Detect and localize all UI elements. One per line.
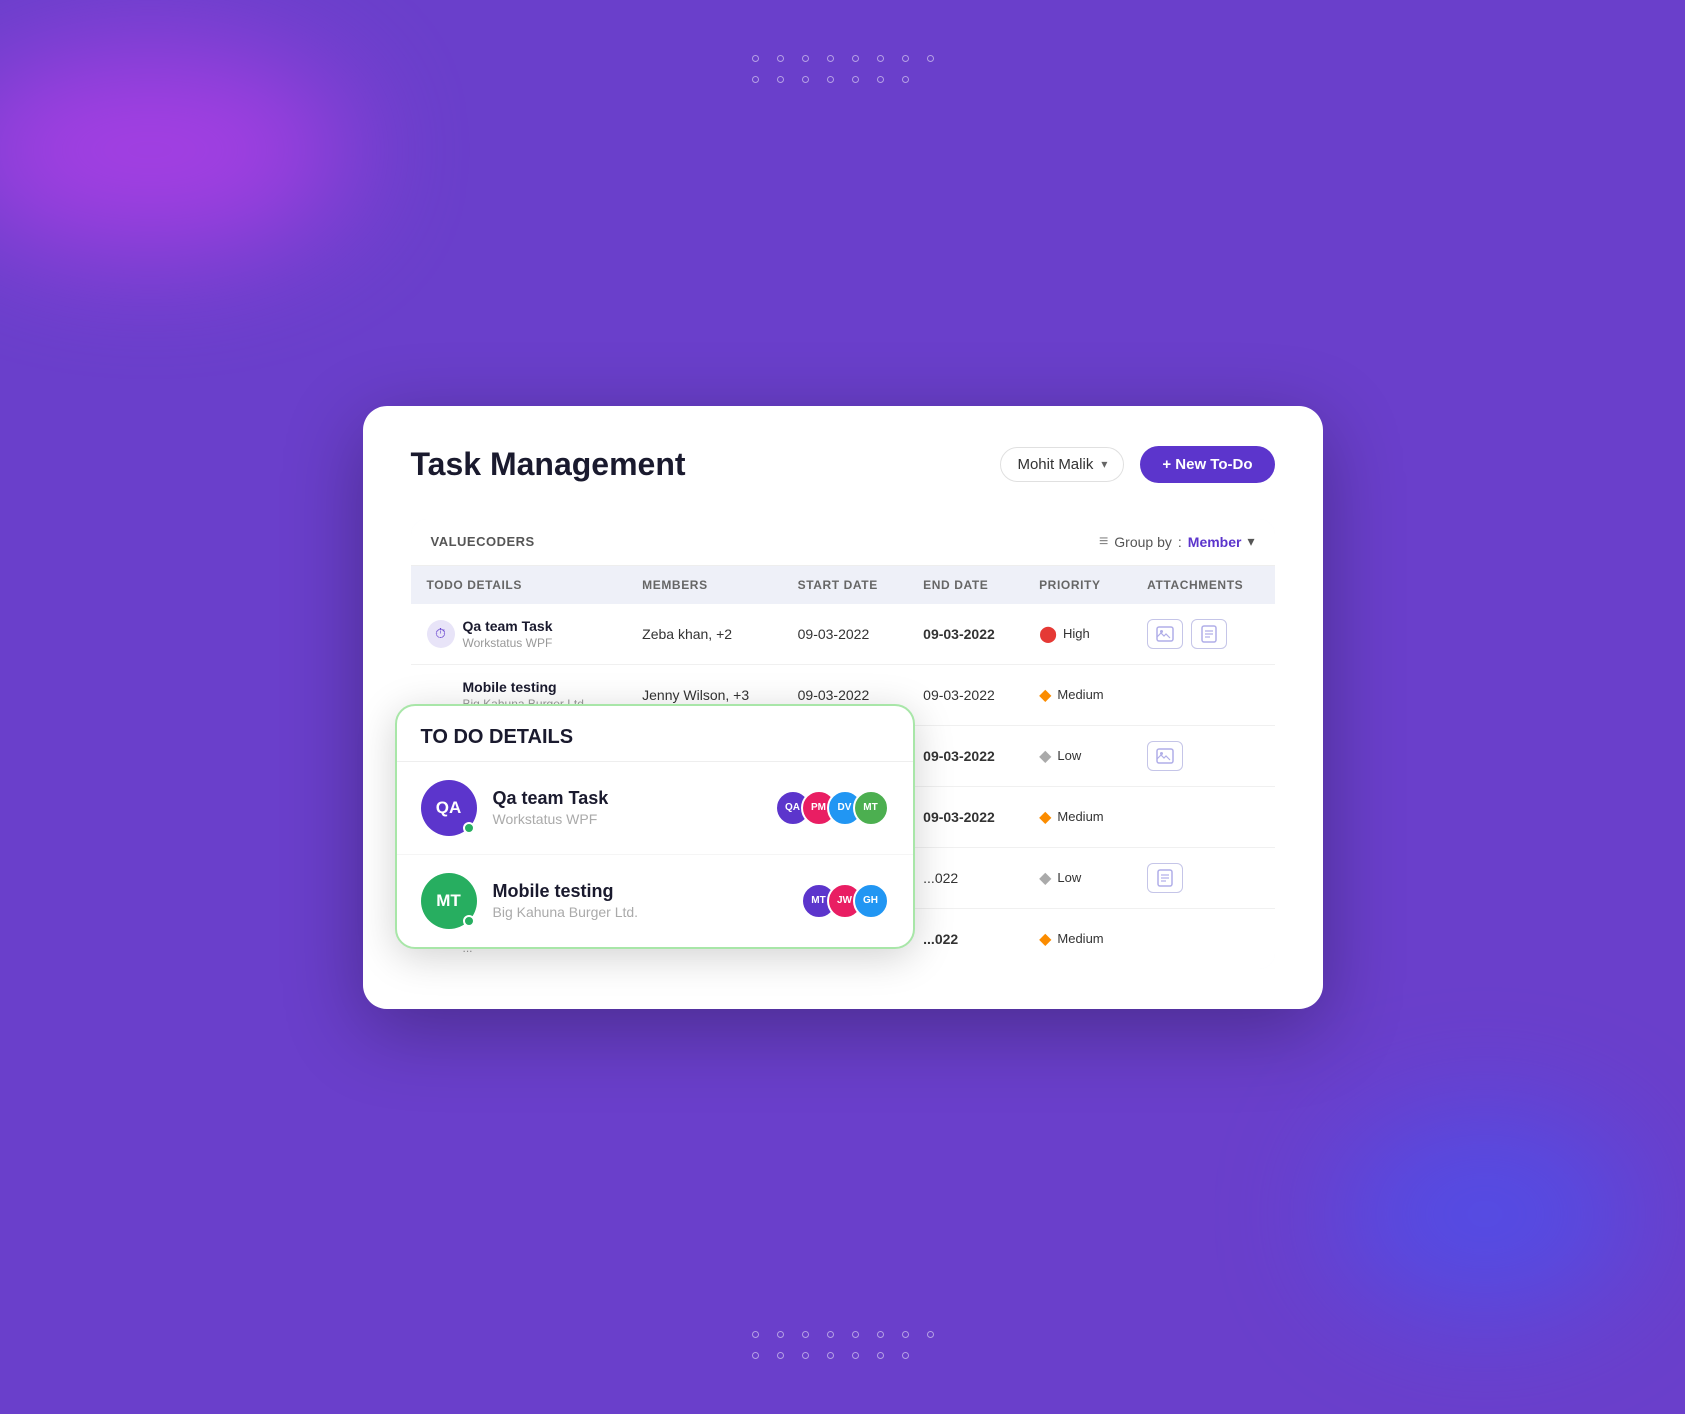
- doc-attachment-icon[interactable]: [1191, 619, 1227, 649]
- todo-details-popup: TO DO DETAILS QA Qa team Task Workstatus W…: [395, 704, 915, 949]
- col-todo-details: TODO DETAILS: [411, 566, 627, 604]
- popup-members-list: MTJWGH: [801, 883, 889, 919]
- popup-task-subtitle: Workstatus WPF: [493, 811, 759, 827]
- header-actions: Mohit Malik ▾ + New To-Do: [1000, 446, 1274, 483]
- task-name: Qa team Task: [463, 618, 553, 634]
- popup-title: TO DO DETAILS: [397, 706, 913, 762]
- table-toolbar: VALUECODERS ≡ Group by : Member ▾: [411, 519, 1275, 566]
- cell-attachments: [1131, 664, 1274, 725]
- user-selector[interactable]: Mohit Malik ▾: [1000, 447, 1124, 482]
- popup-avatar: MT: [421, 873, 477, 929]
- cell-attachments: [1131, 725, 1274, 786]
- popup-item[interactable]: QA Qa team Task Workstatus WPF QAPMDVMT: [397, 762, 913, 855]
- online-status-indicator: [463, 915, 475, 927]
- priority-high-icon: ⬤: [1039, 624, 1057, 644]
- priority-medium-icon: ◆: [1039, 807, 1051, 827]
- cell-attachments: [1131, 908, 1274, 969]
- page-header: Task Management Mohit Malik ▾ + New To-D…: [411, 446, 1275, 483]
- popup-task-subtitle: Big Kahuna Burger Ltd.: [493, 904, 785, 920]
- cell-priority: ◆ Medium: [1023, 664, 1131, 725]
- popup-item[interactable]: MT Mobile testing Big Kahuna Burger Ltd. MT…: [397, 855, 913, 947]
- main-card: Task Management Mohit Malik ▾ + New To-D…: [363, 406, 1323, 1009]
- cell-end-date: 09-03-2022: [907, 725, 1023, 786]
- cell-priority: ◆ Low: [1023, 725, 1131, 786]
- col-start-date: START DATE: [782, 566, 908, 604]
- cell-end-date: ...022: [907, 847, 1023, 908]
- col-priority: PRIORITY: [1023, 566, 1131, 604]
- popup-task-name: Qa team Task: [493, 788, 759, 809]
- image-attachment-icon[interactable]: [1147, 741, 1183, 771]
- priority-low-icon: ◆: [1039, 746, 1051, 766]
- popup-avatar: QA: [421, 780, 477, 836]
- cell-priority: ⬤ High: [1023, 604, 1131, 665]
- col-end-date: END DATE: [907, 566, 1023, 604]
- popup-members-list: QAPMDVMT: [775, 790, 889, 826]
- group-by-value: Member: [1188, 534, 1242, 550]
- group-by-colon: :: [1178, 534, 1182, 550]
- col-attachments: ATTACHMENTS: [1131, 566, 1274, 604]
- cell-priority: ◆ Low: [1023, 847, 1131, 908]
- chevron-down-icon: ▾: [1101, 457, 1107, 471]
- priority-label: Medium: [1057, 931, 1103, 946]
- cell-attachments: [1131, 786, 1274, 847]
- online-status-indicator: [463, 822, 475, 834]
- table-header-row: TODO DETAILS MEMBERS START DATE END DATE…: [411, 566, 1275, 604]
- task-status-icon: ⏱: [427, 620, 455, 648]
- cell-members: Zeba khan, +2: [626, 604, 781, 665]
- task-name: Mobile testing: [463, 679, 588, 695]
- chevron-down-icon: ▾: [1247, 533, 1254, 550]
- priority-label: Low: [1057, 870, 1081, 885]
- cell-priority: ◆ Medium: [1023, 908, 1131, 969]
- col-members: MEMBERS: [626, 566, 781, 604]
- priority-label: Low: [1057, 748, 1081, 763]
- group-by-control[interactable]: ≡ Group by : Member ▾: [1099, 533, 1255, 551]
- page-title: Task Management: [411, 446, 686, 483]
- member-avatar: GH: [853, 883, 889, 919]
- popup-task-name: Mobile testing: [493, 881, 785, 902]
- filter-icon: ≡: [1099, 533, 1108, 551]
- cell-start-date: 09-03-2022: [782, 604, 908, 665]
- task-subtitle: Workstatus WPF: [463, 636, 553, 650]
- priority-medium-icon: ◆: [1039, 929, 1051, 949]
- cell-todo-details: ⏱ Qa team Task Workstatus WPF: [411, 604, 627, 665]
- group-by-text: Group by: [1114, 534, 1172, 550]
- cell-attachments: [1131, 847, 1274, 908]
- priority-low-icon: ◆: [1039, 868, 1051, 888]
- priority-medium-icon: ◆: [1039, 685, 1051, 705]
- group-label: VALUECODERS: [431, 534, 535, 549]
- popup-task-info: Qa team Task Workstatus WPF: [493, 788, 759, 827]
- table-row[interactable]: ⏱ Qa team Task Workstatus WPF Zeba khan, +2…: [411, 604, 1275, 665]
- priority-label: Medium: [1057, 687, 1103, 702]
- priority-label: High: [1063, 626, 1090, 641]
- doc-attachment-icon[interactable]: [1147, 863, 1183, 893]
- cell-end-date: 09-03-2022: [907, 604, 1023, 665]
- user-name: Mohit Malik: [1017, 456, 1093, 473]
- cell-end-date: ...022: [907, 908, 1023, 969]
- cell-priority: ◆ Medium: [1023, 786, 1131, 847]
- new-todo-button[interactable]: + New To-Do: [1140, 446, 1274, 483]
- popup-items-container: QAQa team TaskWorkstatus WPFQAPMDVMTMTMo…: [397, 762, 913, 947]
- cell-attachments: [1131, 604, 1274, 665]
- cell-end-date: 09-03-2022: [907, 786, 1023, 847]
- member-avatar: MT: [853, 790, 889, 826]
- cell-end-date: 09-03-2022: [907, 664, 1023, 725]
- image-attachment-icon[interactable]: [1147, 619, 1183, 649]
- popup-task-info: Mobile testing Big Kahuna Burger Ltd.: [493, 881, 785, 920]
- priority-label: Medium: [1057, 809, 1103, 824]
